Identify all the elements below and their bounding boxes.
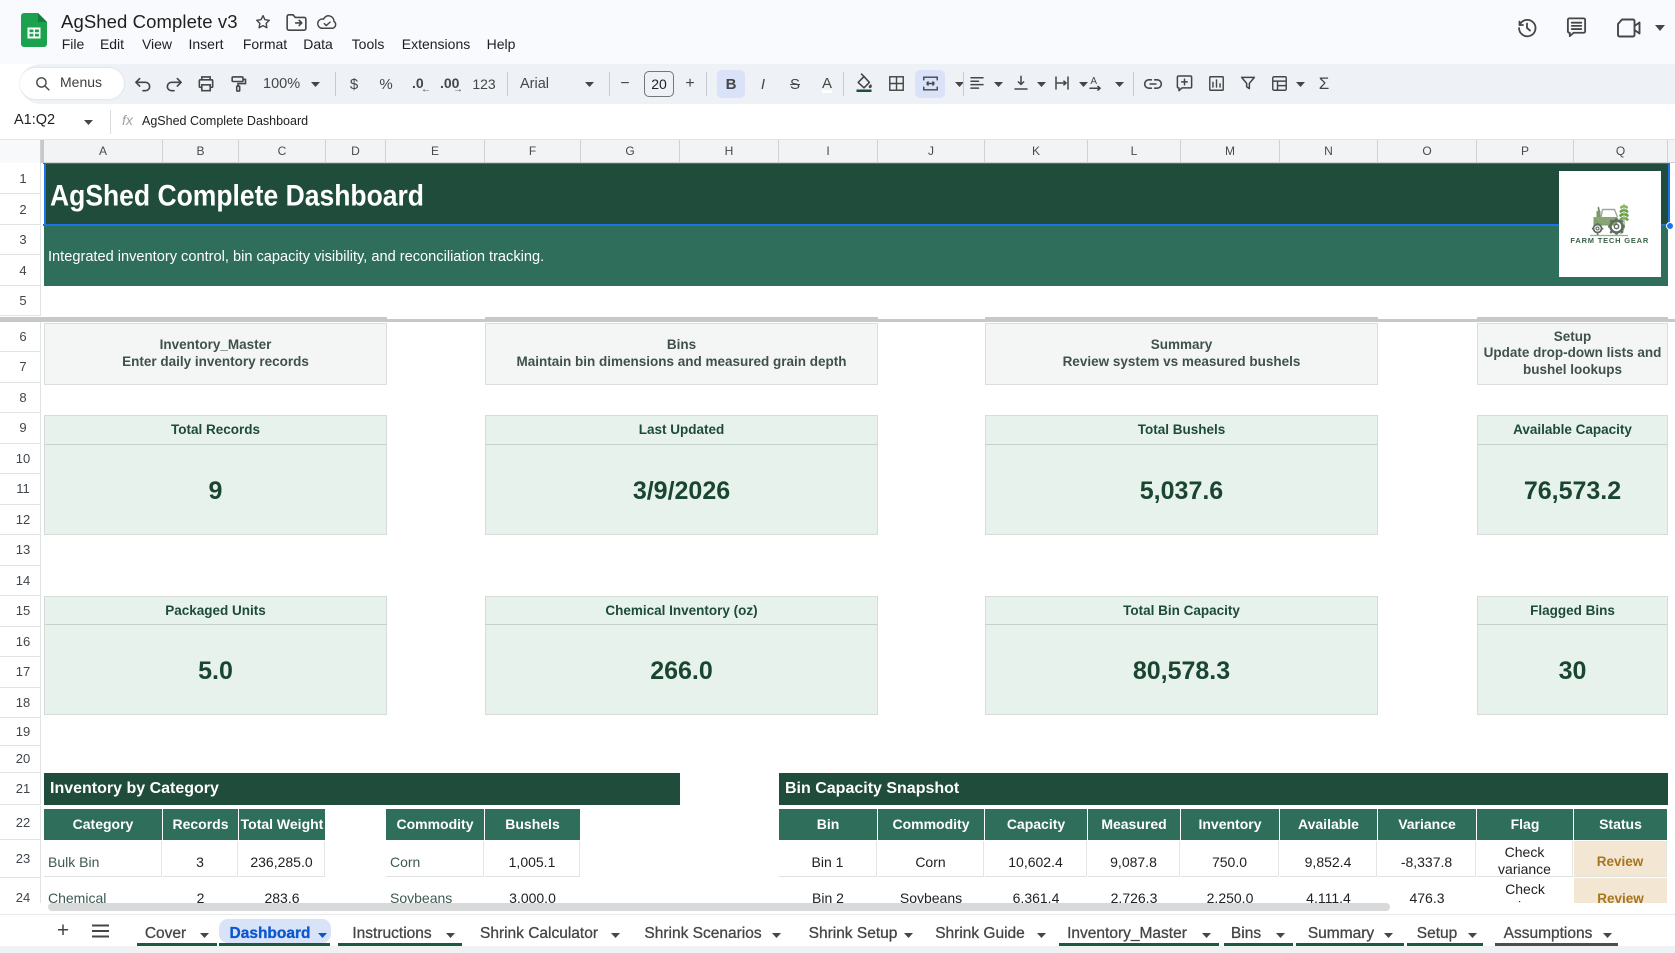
svg-text:A: A [1090,76,1097,87]
